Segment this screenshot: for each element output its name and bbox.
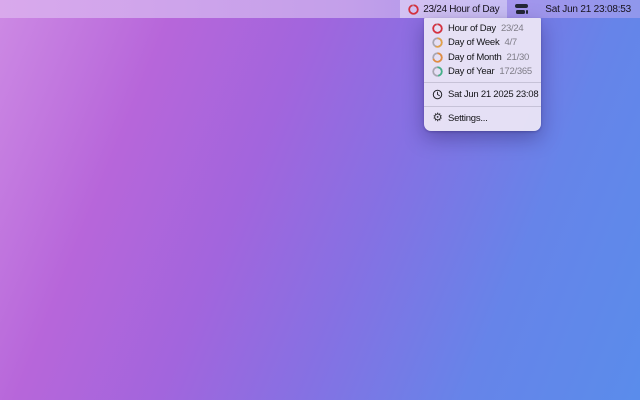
hour-of-day-ring-icon xyxy=(432,23,443,34)
day-of-week-ring-icon xyxy=(432,37,443,48)
menu-item-label: Hour of Day xyxy=(448,22,496,34)
progress-ring-icon xyxy=(408,3,419,15)
clock-icon xyxy=(432,89,443,100)
menu-separator xyxy=(424,106,541,107)
menu-item-value: 4/7 xyxy=(504,37,517,49)
menu-item-settings[interactable]: ⚙ Settings... xyxy=(424,110,541,127)
menu-item-label: Day of Week xyxy=(448,37,500,49)
menu-item-day-of-week[interactable]: Day of Week 4/7 xyxy=(424,36,541,51)
menu-item-value: 21/30 xyxy=(506,51,530,63)
menu-item-day-of-month[interactable]: Day of Month 21/30 xyxy=(424,50,541,65)
menu-separator xyxy=(424,82,541,83)
menu-item-label: Day of Month xyxy=(448,51,502,63)
menu-item-datetime[interactable]: Sat Jun 21 2025 23:08 xyxy=(424,86,541,103)
menu-bar-item-extra[interactable] xyxy=(507,0,536,18)
menu-item-day-of-year[interactable]: Day of Year 172/365 xyxy=(424,65,541,80)
menu-item-value: 23/24 xyxy=(500,22,524,34)
hour-of-day-dropdown-menu: Hour of Day 23/24 Day of Week 4/7 Day of… xyxy=(424,18,541,131)
menu-bar-item-label: 23/24 Hour of Day xyxy=(423,3,500,15)
menu-bar-spacer xyxy=(0,0,400,18)
desktop-wallpaper xyxy=(0,0,640,400)
gear-icon: ⚙ xyxy=(432,112,443,124)
menu-bar: 23/24 Hour of Day Sat Jun 21 23:08:53 xyxy=(0,0,640,18)
menu-item-value: 172/365 xyxy=(499,66,532,78)
menu-item-label: Sat Jun 21 2025 23:08 xyxy=(448,89,539,100)
menu-item-hour-of-day[interactable]: Hour of Day 23/24 xyxy=(424,21,541,36)
menu-bar-clock-label: Sat Jun 21 23:08:53 xyxy=(545,3,631,15)
menu-bar-item-hour-of-day[interactable]: 23/24 Hour of Day xyxy=(400,0,508,18)
day-of-year-ring-icon xyxy=(432,66,443,77)
menu-item-label: Settings... xyxy=(448,113,488,124)
menu-bar-clock[interactable]: Sat Jun 21 23:08:53 xyxy=(536,0,640,18)
menu-item-label: Day of Year xyxy=(448,66,495,78)
day-of-month-ring-icon xyxy=(432,52,443,63)
stacked-bars-icon xyxy=(515,4,529,14)
